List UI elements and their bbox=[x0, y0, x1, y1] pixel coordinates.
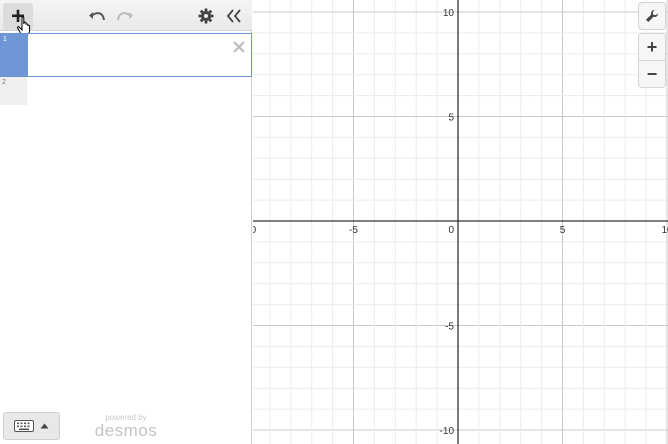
y-tick-label: -10 bbox=[440, 426, 455, 437]
graph-paper[interactable]: -10 -5 0 5 10 10 5 -5 -10 bbox=[253, 0, 668, 444]
y-tick-label: 10 bbox=[443, 8, 455, 19]
wrench-icon bbox=[646, 9, 659, 22]
expression-row[interactable]: 1 bbox=[0, 33, 252, 77]
x-tick-label: 5 bbox=[560, 225, 566, 236]
plus-icon: + bbox=[646, 37, 658, 57]
expression-input[interactable] bbox=[29, 35, 233, 75]
expression-tab[interactable]: 2 bbox=[0, 77, 27, 105]
expression-index: 1 bbox=[3, 36, 7, 43]
zoom-in-button[interactable]: + bbox=[638, 33, 666, 61]
redo-icon bbox=[117, 12, 133, 21]
collapse-panel-button[interactable] bbox=[224, 5, 244, 27]
x-tick-label: 0 bbox=[448, 225, 454, 236]
expression-toolbar: + bbox=[0, 0, 252, 36]
zoom-out-button[interactable]: − bbox=[638, 60, 666, 88]
graph-settings-button[interactable] bbox=[638, 2, 666, 30]
expression-index: 2 bbox=[2, 79, 6, 86]
caret-up-icon bbox=[40, 423, 49, 429]
expression-tab[interactable]: 1 bbox=[1, 34, 28, 76]
x-tick-label: -5 bbox=[349, 225, 358, 236]
gear-icon bbox=[198, 8, 214, 24]
graph-canvas[interactable]: -10 -5 0 5 10 10 5 -5 -10 bbox=[253, 0, 668, 444]
undo-icon bbox=[89, 12, 105, 21]
undo-button[interactable] bbox=[86, 5, 108, 27]
keyboard-icon bbox=[14, 420, 34, 432]
redo-button[interactable] bbox=[114, 5, 136, 27]
minus-icon: − bbox=[646, 64, 658, 84]
brand-name: desmos bbox=[94, 421, 158, 440]
powered-by-logo[interactable]: powered by desmos bbox=[94, 413, 158, 440]
y-tick-label: -5 bbox=[445, 322, 454, 333]
expression-row[interactable]: 2 bbox=[0, 77, 252, 105]
close-icon[interactable] bbox=[231, 39, 247, 55]
expression-list: 1 2 bbox=[0, 31, 252, 105]
double-chevron-left-icon bbox=[226, 9, 241, 23]
y-tick-label: 5 bbox=[448, 113, 454, 124]
settings-button[interactable] bbox=[196, 5, 216, 27]
x-tick-label: -10 bbox=[253, 225, 257, 236]
x-tick-label: 10 bbox=[661, 225, 668, 236]
expression-panel: + 1 2 powered by desmos bbox=[0, 0, 252, 444]
keypad-toggle-button[interactable] bbox=[3, 412, 60, 440]
